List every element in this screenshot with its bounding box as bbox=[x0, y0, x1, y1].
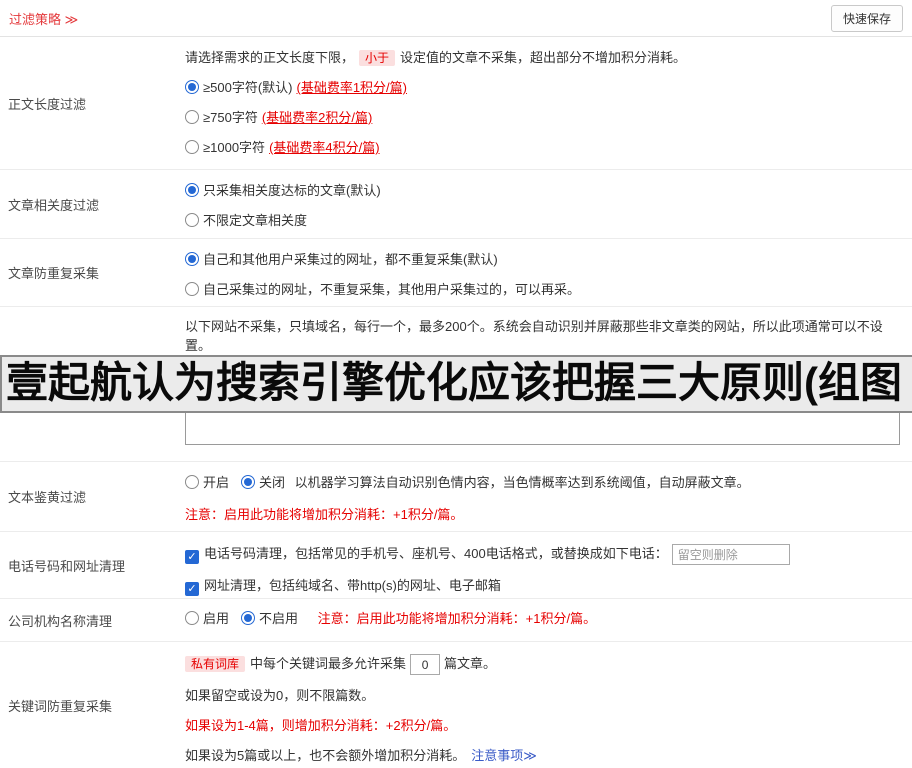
radio-porn-on[interactable] bbox=[185, 475, 199, 489]
row-company-clean: 公司机构名称清理 启用 不启用 注意：启用此功能将增加积分消耗：+1积分/篇。 bbox=[0, 599, 912, 642]
length-option-1000: ≥1000字符 (基础费率4积分/篇) bbox=[185, 139, 904, 157]
company-clean-note: 注意：启用此功能将增加积分消耗：+1积分/篇。 bbox=[318, 611, 596, 626]
option-label: ≥500字符(默认) bbox=[203, 80, 292, 95]
radio-porn-off[interactable] bbox=[241, 475, 255, 489]
topbar: 过滤策略 ≫ 快速保存 bbox=[0, 0, 912, 37]
dedup-option-own: 自己采集过的网址，不重复采集，其他用户采集过的，可以再采。 bbox=[185, 281, 904, 299]
porn-filter-options: 开启 关闭 以机器学习算法自动识别色情内容，当色情概率达到系统阈值，自动屏蔽文章。 bbox=[185, 474, 904, 492]
replacement-phone-input[interactable] bbox=[672, 544, 790, 565]
option-label: ≥1000字符 bbox=[203, 140, 265, 155]
radio-company-on[interactable] bbox=[185, 611, 199, 625]
radio-1000-chars[interactable] bbox=[185, 140, 199, 154]
option-label: 只采集相关度达标的文章(默认) bbox=[203, 183, 381, 198]
phone-url-content: 电话号码清理，包括常见的手机号、座机号、400电话格式，或替换成如下电话： 网址… bbox=[185, 532, 912, 598]
fee-note: (基础费率4积分/篇) bbox=[269, 140, 380, 155]
porn-filter-note: 注意：启用此功能将增加积分消耗：+1积分/篇。 bbox=[185, 506, 904, 524]
limit-text: 中每个关键词最多允许采集 bbox=[250, 656, 406, 671]
relevance-filter-label: 文章相关度过滤 bbox=[0, 170, 185, 238]
company-clean-content: 启用 不启用 注意：启用此功能将增加积分消耗：+1积分/篇。 bbox=[185, 599, 912, 641]
url-clean-text: 网址清理，包括纯域名、带http(s)的网址、电子邮箱 bbox=[204, 578, 501, 593]
quick-save-button[interactable]: 快速保存 bbox=[831, 5, 903, 32]
option-label: 自己采集过的网址，不重复采集，其他用户采集过的，可以再采。 bbox=[203, 282, 580, 297]
relevance-option-strict: 只采集相关度达标的文章(默认) bbox=[185, 182, 904, 200]
less-than-badge: 小于 bbox=[359, 50, 395, 66]
blacklist-desc: 以下网站不采集，只填域名，每行一个，最多200个。系统会自动识别并屏蔽那些非文章… bbox=[185, 317, 904, 355]
radio-company-off[interactable] bbox=[241, 611, 255, 625]
desc-text-after: 设定值的文章不采集，超出部分不增加积分消耗。 bbox=[400, 50, 686, 65]
url-clean-line: 网址清理，包括纯域名、带http(s)的网址、电子邮箱 bbox=[185, 577, 904, 596]
option-label: 开启 bbox=[203, 475, 229, 490]
row-porn-filter: 文本鉴黄过滤 开启 关闭 以机器学习算法自动识别色情内容，当色情概率达到系统阈值，… bbox=[0, 462, 912, 532]
keyword-dedup-content: 私有词库中每个关键词最多允许采集 篇文章。 如果留空或设为0，则不限篇数。 如果设… bbox=[185, 642, 912, 768]
radio-500-chars[interactable] bbox=[185, 80, 199, 94]
private-lexicon-badge: 私有词库 bbox=[185, 656, 245, 672]
dedup-filter-content: 自己和其他用户采集过的网址，都不重复采集(默认) 自己采集过的网址，不重复采集，… bbox=[185, 239, 912, 306]
relevance-filter-content: 只采集相关度达标的文章(默认) 不限定文章相关度 bbox=[185, 170, 912, 238]
dedup-option-global: 自己和其他用户采集过的网址，都不重复采集(默认) bbox=[185, 251, 904, 269]
fee-note: (基础费率2积分/篇) bbox=[262, 110, 373, 125]
keyword-note-five: 如果设为5篇或以上，也不会额外增加积分消耗。注意事项≫ bbox=[185, 747, 904, 765]
radio-relevance-strict[interactable] bbox=[185, 183, 199, 197]
option-label: 启用 bbox=[203, 611, 229, 626]
phone-url-label: 电话号码和网址清理 bbox=[0, 532, 185, 598]
company-clean-label: 公司机构名称清理 bbox=[0, 599, 185, 641]
relevance-option-any: 不限定文章相关度 bbox=[185, 212, 904, 230]
porn-filter-label: 文本鉴黄过滤 bbox=[0, 462, 185, 531]
keyword-note-zero: 如果留空或设为0，则不限篇数。 bbox=[185, 687, 904, 705]
radio-dedup-global[interactable] bbox=[185, 252, 199, 266]
row-dedup-filter: 文章防重复采集 自己和其他用户采集过的网址，都不重复采集(默认) 自己采集过的网… bbox=[0, 239, 912, 307]
desc-text-before: 请选择需求的正文长度下限， bbox=[185, 50, 354, 65]
floating-article-title-banner: 壹起航认为搜索引擎优化应该把握三大原则(组图 bbox=[0, 355, 912, 413]
row-relevance-filter: 文章相关度过滤 只采集相关度达标的文章(默认) 不限定文章相关度 bbox=[0, 170, 912, 239]
option-label: 自己和其他用户采集过的网址，都不重复采集(默认) bbox=[203, 252, 498, 267]
radio-750-chars[interactable] bbox=[185, 110, 199, 124]
limit-text-end: 篇文章。 bbox=[444, 656, 496, 671]
porn-filter-desc: 以机器学习算法自动识别色情内容，当色情概率达到系统阈值，自动屏蔽文章。 bbox=[295, 475, 750, 490]
dedup-filter-label: 文章防重复采集 bbox=[0, 239, 185, 306]
row-phone-url-clean: 电话号码和网址清理 电话号码清理，包括常见的手机号、座机号、400电话格式，或替… bbox=[0, 532, 912, 599]
option-label: 关闭 bbox=[259, 475, 285, 490]
length-filter-desc: 请选择需求的正文长度下限， 小于设定值的文章不采集，超出部分不增加积分消耗。 bbox=[185, 49, 904, 67]
length-filter-label: 正文长度过滤 bbox=[0, 37, 185, 169]
porn-filter-content: 开启 关闭 以机器学习算法自动识别色情内容，当色情概率达到系统阈值，自动屏蔽文章。… bbox=[185, 462, 912, 531]
option-label: 不启用 bbox=[259, 611, 298, 626]
max-articles-input[interactable] bbox=[410, 654, 440, 675]
keyword-note-fee: 如果设为1-4篇，则增加积分消耗：+2积分/篇。 bbox=[185, 717, 904, 735]
notice-link[interactable]: 注意事项≫ bbox=[471, 748, 537, 763]
phone-clean-text: 电话号码清理，包括常见的手机号、座机号、400电话格式，或替换成如下电话： bbox=[204, 546, 668, 561]
length-option-750: ≥750字符 (基础费率2积分/篇) bbox=[185, 109, 904, 127]
option-label: ≥750字符 bbox=[203, 110, 258, 125]
checkbox-phone-clean[interactable] bbox=[185, 550, 199, 564]
keyword-dedup-label: 关键词防重复采集 bbox=[0, 642, 185, 768]
fee-note: (基础费率1积分/篇) bbox=[296, 80, 407, 95]
phone-clean-line: 电话号码清理，包括常见的手机号、座机号、400电话格式，或替换成如下电话： bbox=[185, 544, 904, 565]
option-label: 不限定文章相关度 bbox=[203, 213, 307, 228]
length-option-500: ≥500字符(默认) (基础费率1积分/篇) bbox=[185, 79, 904, 97]
row-keyword-dedup: 关键词防重复采集 私有词库中每个关键词最多允许采集 篇文章。 如果留空或设为0，则… bbox=[0, 642, 912, 768]
row-length-filter: 正文长度过滤 请选择需求的正文长度下限， 小于设定值的文章不采集，超出部分不增加积… bbox=[0, 37, 912, 170]
checkbox-url-clean[interactable] bbox=[185, 582, 199, 596]
note-text: 如果设为5篇或以上，也不会额外增加积分消耗。 bbox=[185, 748, 465, 763]
keyword-limit-line: 私有词库中每个关键词最多允许采集 篇文章。 bbox=[185, 654, 904, 675]
radio-relevance-any[interactable] bbox=[185, 213, 199, 227]
radio-dedup-own[interactable] bbox=[185, 282, 199, 296]
page-title[interactable]: 过滤策略 ≫ bbox=[9, 9, 78, 28]
filter-settings-page: 过滤策略 ≫ 快速保存 正文长度过滤 请选择需求的正文长度下限， 小于设定值的文章… bbox=[0, 0, 912, 768]
length-filter-content: 请选择需求的正文长度下限， 小于设定值的文章不采集，超出部分不增加积分消耗。 ≥5… bbox=[185, 37, 912, 169]
